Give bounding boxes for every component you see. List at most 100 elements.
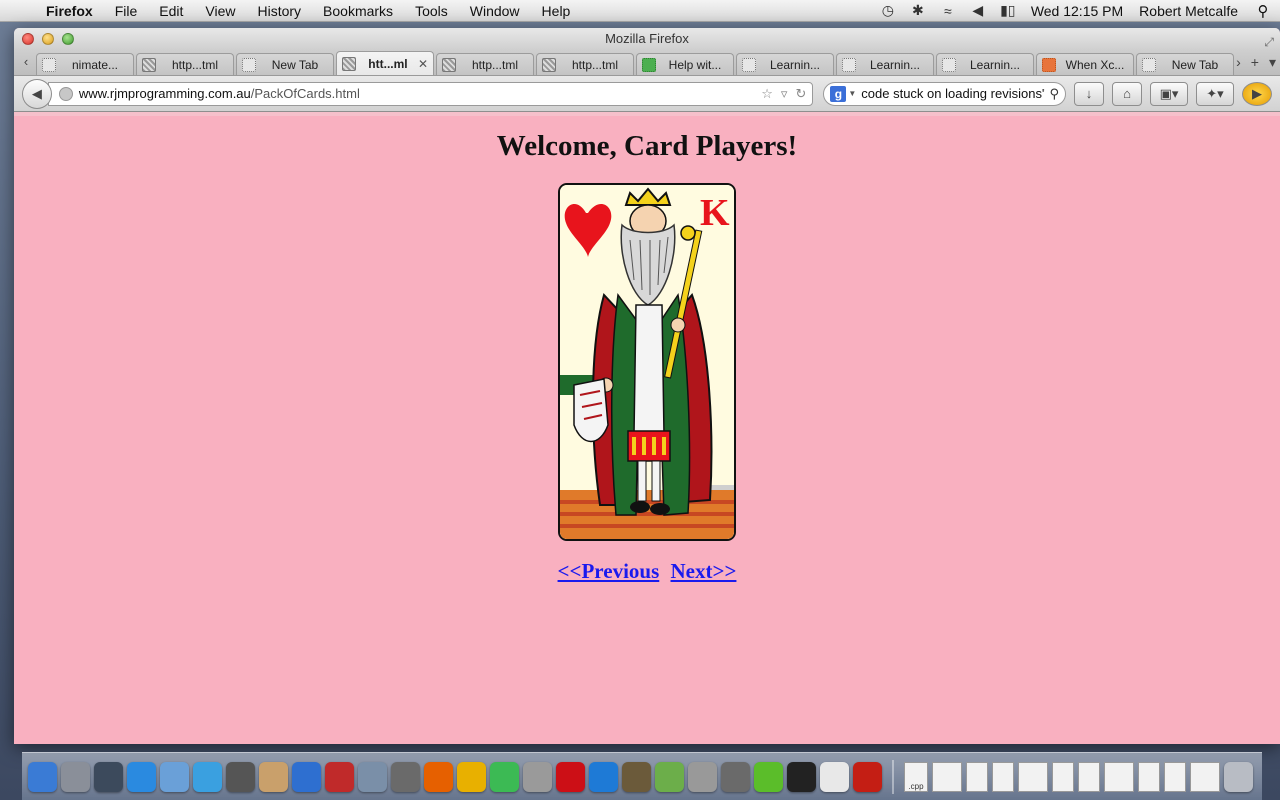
dock-mission-control-icon[interactable] [94,761,123,792]
king-of-hearts-illustration: K [560,185,734,539]
dock-document-icon[interactable] [1078,761,1100,792]
browser-tab[interactable]: New Tab [1136,53,1234,75]
browser-tab[interactable]: http...tml [436,53,534,75]
menu-view[interactable]: View [194,0,246,22]
dock-image-capture-icon[interactable] [391,761,420,792]
dock-growl-icon[interactable] [721,761,750,792]
bookmarks-button[interactable]: ▣▾ [1150,81,1188,106]
dock-document-icon[interactable] [1164,761,1186,792]
dock-terminal-icon[interactable] [787,761,816,792]
dock-document-icon[interactable] [1190,761,1220,792]
browser-tab[interactable]: Learnin... [736,53,834,75]
volume-icon[interactable]: ◀ [963,2,993,19]
dock-brackets-icon[interactable] [754,761,783,792]
dock-document-icon[interactable] [966,761,988,792]
menu-history[interactable]: History [246,0,312,22]
new-tab-plus-icon[interactable]: + [1251,54,1259,71]
browser-tab[interactable]: http...tml [536,53,634,75]
wifi-icon[interactable]: ≈ [933,3,963,19]
minimize-window-button[interactable] [42,33,54,45]
dock-app-store-icon[interactable] [127,761,156,792]
dock-opera-icon[interactable] [556,761,585,792]
dock-launchpad-icon[interactable] [61,761,90,792]
menu-bar: Firefox File Edit View History Bookmarks… [0,0,1280,22]
search-input[interactable]: code stuck on loading revisions" [861,86,1045,101]
history-dropdown-icon[interactable]: ▿ [781,86,788,102]
dock-photo-booth-icon[interactable] [325,761,354,792]
google-engine-icon[interactable]: g [830,85,847,102]
menubar-clock[interactable]: Wed 12:15 PM [1023,3,1131,19]
dock-address-book-icon[interactable] [259,761,288,792]
dock-trash-icon[interactable] [1224,761,1253,792]
browser-tab[interactable]: htt...ml ✕ [336,51,434,75]
close-window-button[interactable] [22,33,34,45]
dock-acrobat-icon[interactable] [853,761,882,792]
engine-chevron-down-icon[interactable]: ▼ [848,89,856,98]
dock-document-icon[interactable] [1052,761,1074,792]
bookmark-star-icon[interactable]: ☆ [761,86,773,102]
dock-document-icon[interactable]: .cpp [904,761,928,792]
next-card-link[interactable]: Next>> [671,559,737,583]
extension-button[interactable]: ▶ [1242,81,1272,106]
tab-scroll-right-icon[interactable]: › [1236,54,1241,71]
dock-itunes-icon[interactable] [292,761,321,792]
dock-gimp-icon[interactable] [622,761,651,792]
menu-help[interactable]: Help [531,0,582,22]
browser-tab[interactable]: New Tab [236,53,334,75]
browser-tab[interactable]: When Xc... [1036,53,1134,75]
time-machine-icon[interactable]: ◷ [873,2,903,19]
addon-button[interactable]: ✦▾ [1196,81,1234,106]
spotlight-search-icon[interactable]: ⚲ [1246,2,1280,20]
dock-facetime-icon[interactable] [226,761,255,792]
bluetooth-icon[interactable]: ✱ [903,2,933,19]
url-host: www.rjmprogramming.com.au [78,86,251,101]
dock-document-icon[interactable] [1138,761,1160,792]
browser-tab[interactable]: Learnin... [836,53,934,75]
dock-document-icon[interactable] [1104,761,1134,792]
dock-document-icon[interactable] [1018,761,1048,792]
dock-textedit-icon[interactable] [820,761,849,792]
menu-file[interactable]: File [104,0,149,22]
menu-bookmarks[interactable]: Bookmarks [312,0,404,22]
dock-safari-icon[interactable] [193,761,222,792]
menu-window[interactable]: Window [459,0,531,22]
search-icon[interactable]: ⚲ [1049,86,1059,102]
close-tab-icon[interactable]: ✕ [418,57,428,71]
dock-photos-icon[interactable] [655,761,684,792]
browser-tab[interactable]: nimate... [36,53,134,75]
dock-document-icon[interactable] [932,761,962,792]
address-bar[interactable]: www.rjmprogramming.com.au/PackOfCards.ht… [47,81,814,106]
back-button[interactable]: ◀ [22,78,52,109]
battery-icon[interactable]: ▮▯ [993,2,1023,19]
dock-finder-icon[interactable] [28,761,57,792]
zoom-window-button[interactable] [62,33,74,45]
dock-document-icon[interactable] [992,761,1014,792]
downloads-button[interactable]: ↓ [1074,81,1104,106]
site-identity-icon[interactable] [58,86,73,101]
reload-icon[interactable]: ↻ [795,86,806,102]
menu-tools[interactable]: Tools [404,0,459,22]
dock-preview-icon[interactable] [160,761,189,792]
browser-tab[interactable]: Learnin... [936,53,1034,75]
tab-favicon-icon [742,57,756,72]
browser-tab[interactable]: http...tml [136,53,234,75]
dock-chrome-icon[interactable] [490,761,519,792]
tab-favicon-icon [642,57,656,72]
menu-edit[interactable]: Edit [148,0,194,22]
tab-list-chevron-down-icon[interactable]: ▾ [1269,54,1276,71]
app-menu[interactable]: Firefox [40,0,104,22]
home-button[interactable]: ⌂ [1112,81,1142,106]
dock-help-icon[interactable] [688,761,717,792]
dock-script-editor-icon[interactable] [523,761,552,792]
page-title: Welcome, Card Players! [496,130,798,162]
previous-card-link[interactable]: <<Previous [558,559,660,583]
menubar-user[interactable]: Robert Metcalfe [1131,3,1246,19]
search-bar[interactable]: g ▼ code stuck on loading revisions" ⚲ [823,81,1066,106]
dock-wireshark-icon[interactable] [457,761,486,792]
tab-scroll-left-icon[interactable]: ‹ [16,51,36,75]
dock-firefox-icon[interactable] [424,761,453,792]
browser-tab[interactable]: Help wit... [636,53,734,75]
dock-xcode-icon[interactable] [589,761,618,792]
dock-iphoto-icon[interactable] [358,761,387,792]
tab-strip-tools: › + ▾ [1236,54,1276,71]
